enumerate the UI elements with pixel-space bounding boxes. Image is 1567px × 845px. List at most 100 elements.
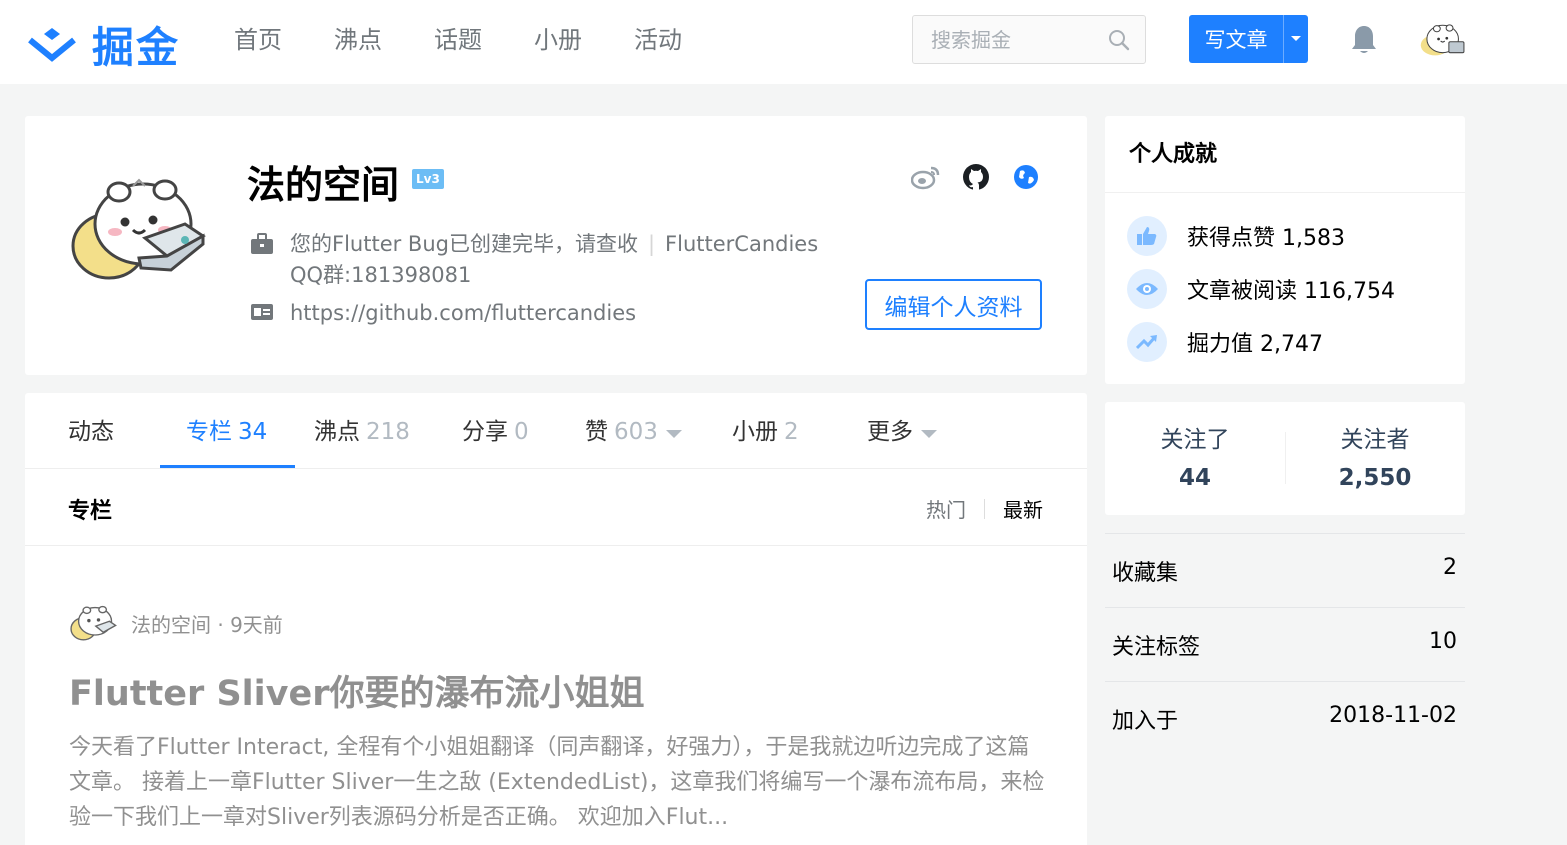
thumbs-up-icon: [1127, 216, 1167, 256]
stat-label: 关注标签: [1112, 635, 1201, 660]
tab-activity[interactable]: 动态: [68, 417, 114, 447]
nav-books[interactable]: 小册: [534, 24, 582, 56]
website-globe-icon[interactable]: [1010, 161, 1042, 193]
achievement-likes: 获得点赞 1,583: [1127, 216, 1345, 256]
nav-home[interactable]: 首页: [234, 24, 282, 56]
tab-label: 动态: [68, 419, 114, 445]
profile-username: 法的空间: [247, 163, 400, 207]
achievement-likes-text: 获得点赞 1,583: [1187, 226, 1345, 251]
search-icon[interactable]: [1107, 28, 1131, 52]
stat-label: 加入于: [1112, 709, 1179, 734]
profile-bio-row: 您的Flutter Bug已创建完毕，请查收 | FlutterCandies QQ…: [250, 229, 818, 291]
achievement-power-text: 掘力值 2,747: [1187, 332, 1323, 357]
article-abstract[interactable]: 今天看了Flutter Interact, 全程有个小姐姐翻译（同声翻译，好强力…: [69, 730, 1049, 835]
sort-new[interactable]: 最新: [1003, 494, 1043, 523]
tab-count: 0: [514, 419, 529, 445]
profile-website[interactable]: https://github.com/fluttercandies: [290, 298, 636, 329]
active-tab-indicator: [160, 465, 295, 468]
sort-divider: [984, 498, 985, 519]
tab-columns[interactable]: 专栏 34: [186, 417, 267, 447]
followers-count: 2,550: [1338, 465, 1412, 491]
bio-line2: QQ群:181398081: [290, 263, 472, 287]
stat-label: 收藏集: [1112, 561, 1179, 586]
write-menu-toggle[interactable]: [1284, 15, 1308, 63]
section-header: 专栏 热门 最新: [25, 469, 1087, 546]
followers-label: 关注者: [1340, 427, 1410, 453]
tab-label: 赞: [585, 419, 608, 445]
tab-label: 更多: [867, 419, 913, 445]
following-block[interactable]: 关注了 44: [1105, 424, 1285, 496]
article-author-time: 法的空间 · 9天前: [131, 612, 283, 637]
stats-list: 收藏集 2 关注标签 10 加入于 2018-11-02: [1105, 533, 1465, 755]
achievements-card: 个人成就 获得点赞 1,583 文章被阅读 116,754 掘力值 2,747: [1105, 116, 1465, 384]
following-count: 44: [1178, 465, 1211, 491]
notification-bell-icon[interactable]: [1350, 24, 1378, 56]
level-badge: Lv3: [412, 169, 444, 189]
section-title: 专栏: [68, 499, 113, 524]
profile-website-row: https://github.com/fluttercandies: [250, 298, 636, 329]
tab-books[interactable]: 小册 2: [732, 417, 799, 447]
eye-icon: [1127, 269, 1167, 309]
profile-card: 法的空间 Lv3 您的Flutter Bug已创建完毕，请查收 | FlutterC: [25, 116, 1087, 375]
stat-value: 2: [1443, 555, 1457, 580]
profile-tabs: 动态 专栏 34 沸点 218 分享 0 赞 603 小册 2 更多: [25, 393, 1087, 469]
bio-separator: |: [647, 232, 656, 256]
stat-value: 2018-11-02: [1329, 703, 1457, 728]
tab-label: 专栏: [186, 419, 232, 445]
sort-hot[interactable]: 热门: [926, 494, 966, 523]
stat-followed-tags[interactable]: 关注标签 10: [1105, 607, 1465, 681]
author-avatar[interactable]: [69, 603, 117, 643]
stat-joined: 加入于 2018-11-02: [1105, 681, 1465, 755]
search-box: [912, 15, 1146, 64]
following-label: 关注了: [1160, 427, 1230, 453]
tab-count: 603: [614, 419, 658, 445]
followers-block[interactable]: 关注者 2,550: [1285, 424, 1465, 496]
tab-label: 沸点: [314, 419, 360, 445]
nav-topics[interactable]: 话题: [434, 24, 482, 56]
logo-text: 掘金: [92, 23, 181, 72]
caret-down-icon: [665, 430, 682, 438]
tab-shares[interactable]: 分享 0: [462, 417, 529, 447]
bio-text: 您的Flutter Bug已创建完毕，请查收: [290, 232, 638, 256]
write-article-button[interactable]: 写文章: [1189, 15, 1308, 63]
tab-pins[interactable]: 沸点 218: [314, 417, 410, 447]
briefcase-icon: [251, 233, 273, 254]
tab-more[interactable]: 更多: [867, 417, 937, 447]
tab-count: 34: [238, 419, 268, 445]
achievement-power: 掘力值 2,747: [1127, 322, 1323, 362]
tab-likes[interactable]: 赞 603: [585, 417, 682, 447]
stat-value: 10: [1429, 629, 1457, 654]
achievement-reads: 文章被阅读 116,754: [1127, 269, 1395, 309]
profile-avatar: [71, 178, 206, 280]
top-header: 掘金 首页 沸点 话题 小册 活动 写文章: [0, 0, 1567, 84]
caret-down-icon: [1291, 36, 1301, 41]
tab-count: 2: [784, 419, 799, 445]
content-card: 动态 专栏 34 沸点 218 分享 0 赞 603 小册 2 更多 专栏 热门…: [25, 393, 1087, 845]
tab-count: 218: [366, 419, 410, 445]
company-text: FlutterCandies: [665, 232, 819, 256]
nav-pins[interactable]: 沸点: [334, 24, 382, 56]
sort-options: 热门 最新: [926, 494, 1043, 523]
tab-label: 分享: [462, 419, 508, 445]
achievement-reads-text: 文章被阅读 116,754: [1187, 279, 1395, 304]
user-avatar[interactable]: [1418, 18, 1466, 62]
article-meta: 法的空间 · 9天前: [69, 603, 283, 643]
weibo-icon[interactable]: [910, 161, 942, 193]
achievements-title: 个人成就: [1105, 116, 1465, 193]
follow-card: 关注了 44 关注者 2,550: [1105, 402, 1465, 515]
juejin-logo[interactable]: 掘金: [24, 14, 180, 75]
write-article-label[interactable]: 写文章: [1189, 15, 1284, 63]
search-input[interactable]: [913, 16, 1093, 63]
edit-profile-button[interactable]: 编辑个人资料: [865, 279, 1042, 330]
trend-up-icon: [1127, 322, 1167, 362]
tab-label: 小册: [732, 419, 778, 445]
article-title[interactable]: Flutter Sliver你要的瀑布流小姐姐: [69, 670, 644, 718]
github-icon[interactable]: [960, 161, 992, 193]
id-card-icon: [251, 304, 273, 320]
caret-down-icon: [921, 430, 937, 438]
nav-events[interactable]: 活动: [634, 24, 682, 56]
stat-collections[interactable]: 收藏集 2: [1105, 533, 1465, 607]
juejin-logo-icon: [28, 27, 76, 62]
main-nav: 首页 沸点 话题 小册 活动: [234, 24, 734, 56]
profile-bio: 您的Flutter Bug已创建完毕，请查收 | FlutterCandies QQ…: [290, 229, 818, 291]
